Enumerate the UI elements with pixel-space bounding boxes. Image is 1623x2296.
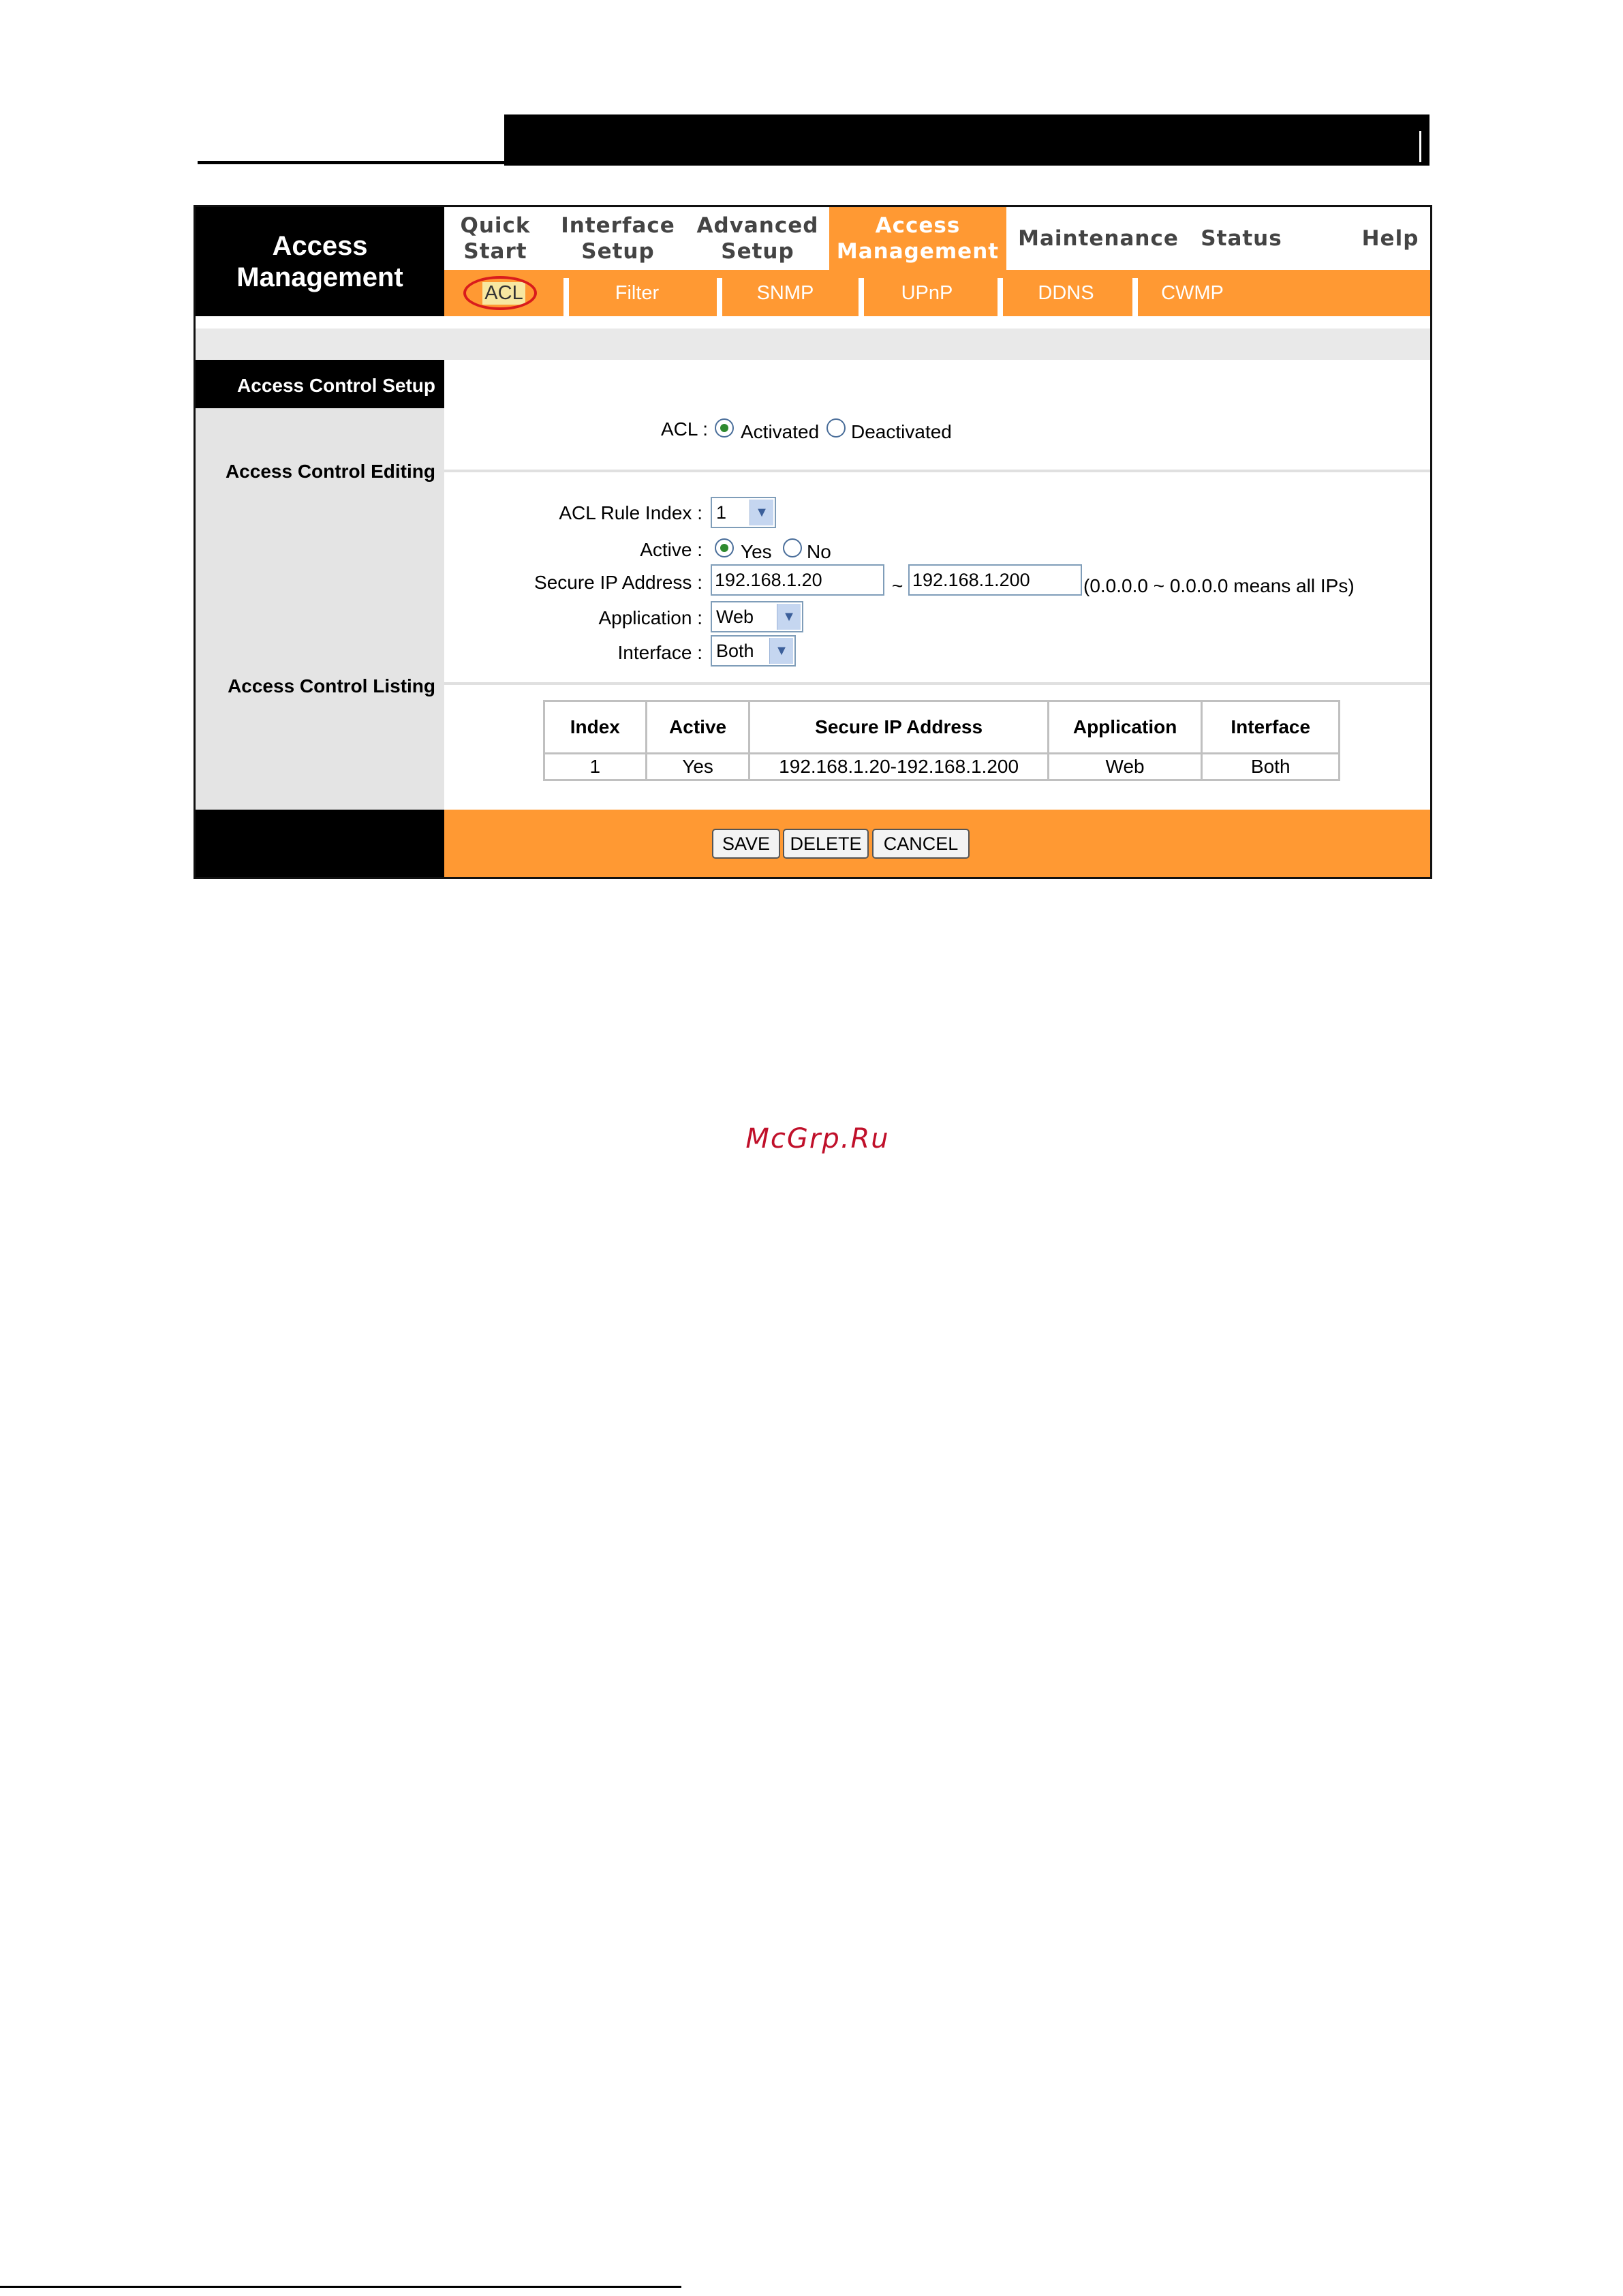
watermark: McGrp.Ru <box>745 1123 890 1154</box>
active-no-label: No <box>807 541 831 562</box>
rule-index-value: 1 <box>716 502 727 523</box>
tab-status[interactable]: Status <box>1180 207 1303 270</box>
subtab-separator <box>1132 278 1138 316</box>
tab-help[interactable]: Help <box>1350 207 1430 270</box>
sidebar-label-listing: Access Control Listing <box>228 675 435 697</box>
subtab-snmp[interactable]: SNMP <box>722 270 848 316</box>
column-header: Secure IP Address <box>748 700 1049 754</box>
sidebar <box>196 360 444 810</box>
router-config-panel: Access Management Quick Start Interface Set… <box>194 205 1432 879</box>
ip-range-separator: ~ <box>892 575 903 596</box>
column-header: Index <box>543 700 647 754</box>
table-cell: 1 <box>543 752 647 781</box>
acl-deactivated-radio[interactable] <box>826 418 846 438</box>
sidebar-label-setup: Access Control Setup <box>237 375 435 396</box>
active-yes-label: Yes <box>741 541 772 562</box>
logo-line-1: Access <box>272 231 368 261</box>
table-cell: Yes <box>645 752 751 781</box>
footer-left <box>196 810 444 877</box>
subtab-upnp[interactable]: UPnP <box>864 270 990 316</box>
column-header: Interface <box>1201 700 1340 754</box>
section-divider <box>444 682 1430 685</box>
acl-activated-radio[interactable] <box>715 418 734 438</box>
acl-deactivated-label: Deactivated <box>851 421 952 442</box>
table-cell: Web <box>1047 752 1203 781</box>
sub-tabs: ACL Filter SNMP UPnP DDNS CWMP <box>444 270 1430 316</box>
secure-ip-label: Secure IP Address : <box>534 572 702 593</box>
acl-highlight-circle <box>463 276 537 310</box>
subtab-cwmp[interactable]: CWMP <box>1138 270 1247 316</box>
main-tabs: Quick Start Interface Setup Advanced Setup … <box>444 207 1430 270</box>
active-yes-radio[interactable] <box>715 538 734 557</box>
rule-index-select[interactable]: 1 ▼ <box>711 497 776 528</box>
secure-ip-start-input[interactable] <box>711 564 884 596</box>
table-row: 1 Yes 192.168.1.20-192.168.1.200 Web Bot… <box>543 752 1340 781</box>
active-no-radio[interactable] <box>783 538 802 557</box>
column-header: Application <box>1047 700 1203 754</box>
rule-index-label: ACL Rule Index : <box>559 502 702 523</box>
chevron-down-icon: ▼ <box>769 638 793 664</box>
acl-activated-label: Activated <box>741 421 820 442</box>
delete-button[interactable]: DELETE <box>783 829 869 859</box>
chevron-down-icon: ▼ <box>749 500 773 525</box>
tab-access-management[interactable]: Access Management <box>829 207 1006 270</box>
spacer-band <box>196 328 1430 360</box>
chevron-down-icon: ▼ <box>777 604 801 630</box>
subtab-separator <box>998 278 1003 316</box>
column-header: Active <box>645 700 751 754</box>
logo-line-2: Management <box>236 262 403 292</box>
sidebar-label-editing: Access Control Editing <box>225 461 435 482</box>
table-cell: Both <box>1201 752 1340 781</box>
cancel-button[interactable]: CANCEL <box>872 829 970 859</box>
tab-maintenance[interactable]: Maintenance <box>1017 207 1180 270</box>
active-label: Active : <box>640 539 702 560</box>
subtab-filter[interactable]: Filter <box>569 270 705 316</box>
interface-value: Both <box>716 641 754 661</box>
interface-label: Interface : <box>617 642 702 663</box>
subtab-separator <box>717 278 722 316</box>
subtab-separator <box>563 278 569 316</box>
tab-interface-setup[interactable]: Interface Setup <box>546 207 690 270</box>
section-divider <box>444 470 1430 472</box>
page-footer-rule <box>0 2286 681 2288</box>
table-cell: 192.168.1.20-192.168.1.200 <box>748 752 1049 781</box>
tab-advanced-setup[interactable]: Advanced Setup <box>690 207 826 270</box>
acl-listing-table: Index Active Secure IP Address Applicati… <box>543 700 1340 781</box>
application-select[interactable]: Web ▼ <box>711 601 803 632</box>
application-label: Application : <box>598 607 702 628</box>
header-rule <box>198 161 504 164</box>
acl-label: ACL : <box>661 418 708 440</box>
tab-quick-start[interactable]: Quick Start <box>444 207 546 270</box>
save-button[interactable]: SAVE <box>712 829 780 859</box>
header-bar <box>504 114 1429 166</box>
header-tick <box>1419 131 1421 162</box>
table-header-row: Index Active Secure IP Address Applicati… <box>543 700 1340 754</box>
interface-select[interactable]: Both ▼ <box>711 635 796 667</box>
application-value: Web <box>716 607 754 627</box>
secure-ip-end-input[interactable] <box>908 564 1082 596</box>
ip-range-hint: (0.0.0.0 ~ 0.0.0.0 means all IPs) <box>1083 575 1355 596</box>
section-logo: Access Management <box>196 207 444 316</box>
subtab-ddns[interactable]: DDNS <box>1003 270 1129 316</box>
subtab-separator <box>859 278 864 316</box>
